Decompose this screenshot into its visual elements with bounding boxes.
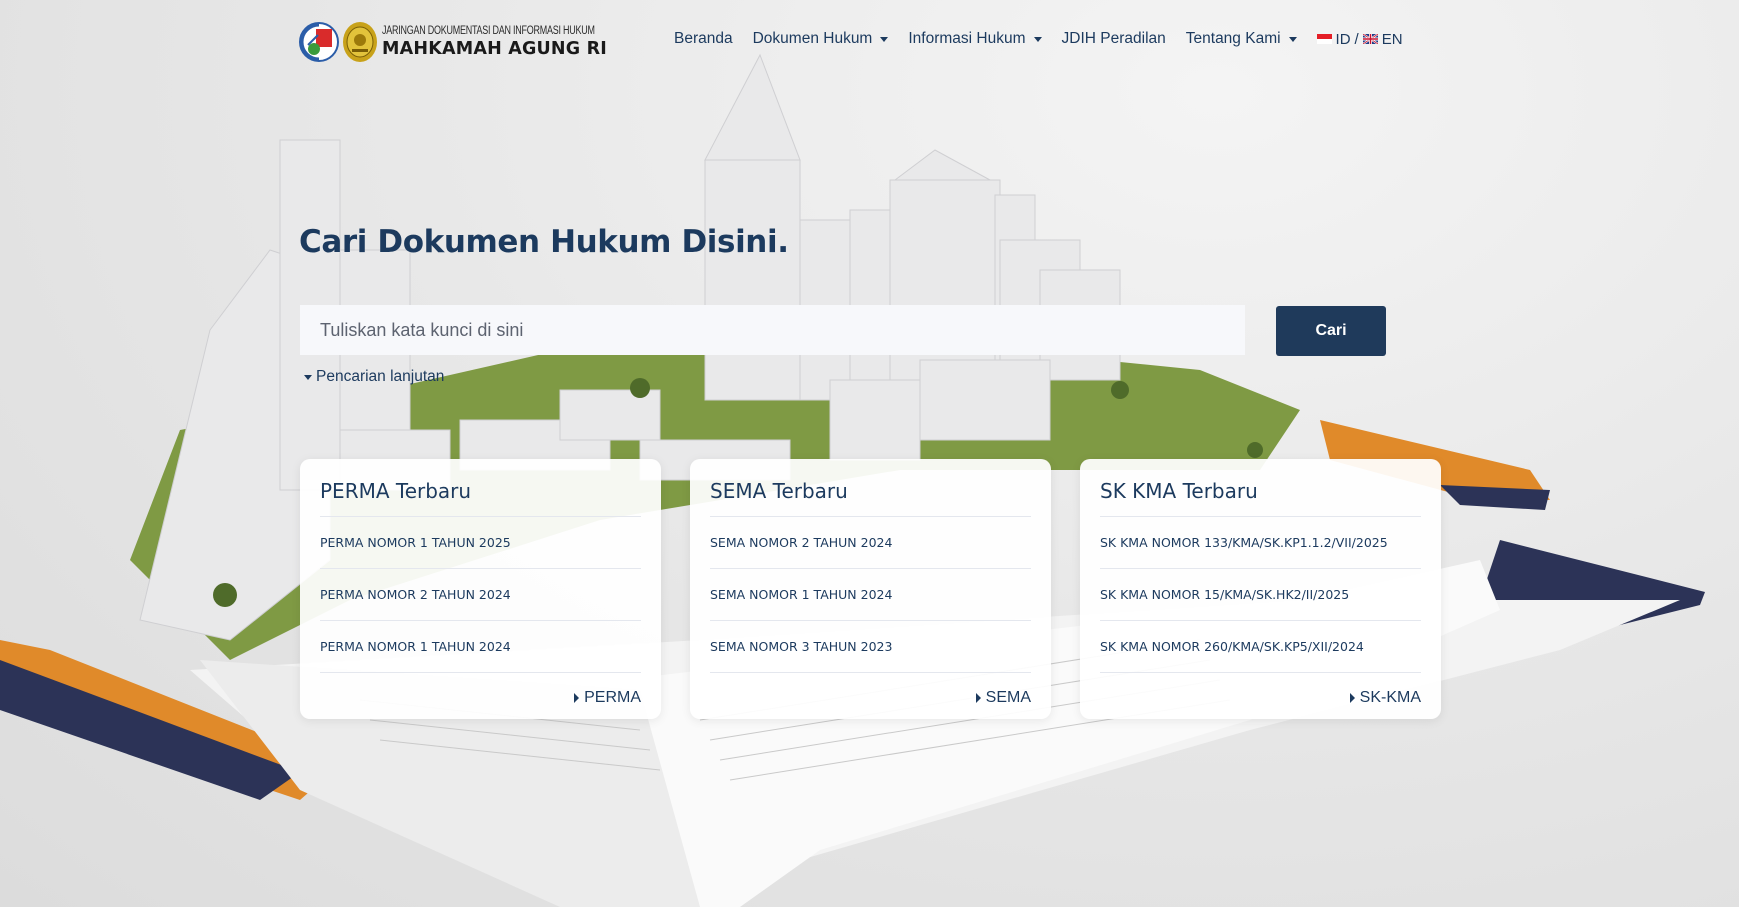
nav-jdih-peradilan[interactable]: JDIH Peradilan — [1062, 30, 1166, 48]
advanced-search-toggle[interactable]: Pencarian lanjutan — [304, 368, 444, 386]
logo-line-2: MAHKAMAH AGUNG RI — [382, 38, 608, 59]
sk-kma-more-link[interactable]: SK-KMA — [1349, 689, 1421, 707]
nav-tentang-kami[interactable]: Tentang Kami — [1186, 30, 1297, 48]
list-item[interactable]: PERMA NOMOR 1 TAHUN 2025 — [320, 517, 641, 569]
perma-more-link[interactable]: PERMA — [574, 689, 641, 707]
chevron-down-icon — [1288, 36, 1297, 42]
chevron-down-icon — [880, 36, 889, 42]
nav-dokumen-hukum[interactable]: Dokumen Hukum — [753, 30, 889, 48]
list-item[interactable]: SEMA NOMOR 2 TAHUN 2024 — [710, 517, 1031, 569]
chevron-down-icon — [1033, 36, 1042, 42]
card-title: PERMA Terbaru — [320, 479, 641, 517]
card-title: SEMA Terbaru — [710, 479, 1031, 517]
uk-flag-icon — [1362, 34, 1378, 44]
perma-card: PERMA Terbaru PERMA NOMOR 1 TAHUN 2025 P… — [300, 459, 661, 719]
search-input[interactable] — [300, 305, 1245, 355]
list-item[interactable]: PERMA NOMOR 1 TAHUN 2024 — [320, 621, 641, 673]
lang-en-link[interactable]: EN — [1382, 31, 1403, 48]
nav-beranda[interactable]: Beranda — [674, 30, 733, 48]
caret-right-icon — [574, 693, 580, 703]
mahkamah-agung-seal-icon — [343, 22, 377, 62]
nav-tentang-kami-label: Tentang Kami — [1185, 30, 1281, 47]
hero-title: Cari Dokumen Hukum Disini. — [299, 224, 789, 260]
list-item[interactable]: SEMA NOMOR 3 TAHUN 2023 — [710, 621, 1031, 673]
list-item[interactable]: SEMA NOMOR 1 TAHUN 2024 — [710, 569, 1031, 621]
sema-card: SEMA Terbaru SEMA NOMOR 2 TAHUN 2024 SEM… — [690, 459, 1051, 719]
list-item[interactable]: SK KMA NOMOR 15/KMA/SK.HK2/II/2025 — [1100, 569, 1421, 621]
list-item[interactable]: PERMA NOMOR 2 TAHUN 2024 — [320, 569, 641, 621]
lang-separator: / — [1354, 30, 1359, 48]
caret-right-icon — [1349, 693, 1355, 703]
caret-right-icon — [975, 693, 981, 703]
sema-more-link[interactable]: SEMA — [975, 689, 1031, 707]
sema-more-label: SEMA — [985, 689, 1031, 706]
indonesia-flag-icon — [1316, 34, 1332, 44]
perma-more-label: PERMA — [584, 689, 641, 706]
nav-informasi-hukum-label: Informasi Hukum — [908, 30, 1026, 47]
sk-kma-more-label: SK-KMA — [1359, 689, 1421, 706]
advanced-search-label: Pencarian lanjutan — [316, 368, 445, 385]
nav-jdih-peradilan-label: JDIH Peradilan — [1061, 30, 1166, 47]
sk-kma-card: SK KMA Terbaru SK KMA NOMOR 133/KMA/SK.K… — [1080, 459, 1441, 719]
top-navbar: JARINGAN DOKUMENTASI DAN INFORMASI HUKUM… — [0, 0, 1739, 84]
nav-informasi-hukum[interactable]: Informasi Hukum — [908, 30, 1042, 48]
list-item[interactable]: SK KMA NOMOR 260/KMA/SK.KP5/XII/2024 — [1100, 621, 1421, 673]
logo-line-1: JARINGAN DOKUMENTASI DAN INFORMASI HUKUM — [382, 25, 595, 37]
nav-dokumen-hukum-label: Dokumen Hukum — [752, 30, 873, 47]
list-item[interactable]: SK KMA NOMOR 133/KMA/SK.KP1.1.2/VII/2025 — [1100, 517, 1421, 569]
hero-background-illustration — [0, 53, 1705, 907]
jdih-emblem-icon — [299, 22, 339, 62]
search-button[interactable]: Cari — [1276, 306, 1386, 356]
caret-down-icon — [304, 374, 312, 380]
card-title: SK KMA Terbaru — [1100, 479, 1421, 517]
language-switcher: ID / EN — [1316, 30, 1403, 48]
nav-beranda-label: Beranda — [674, 30, 733, 47]
main-nav: Beranda Dokumen Hukum Informasi Hukum JD… — [674, 30, 1403, 48]
site-logo[interactable]: JARINGAN DOKUMENTASI DAN INFORMASI HUKUM… — [298, 20, 655, 64]
lang-id-link[interactable]: ID — [1336, 31, 1351, 48]
